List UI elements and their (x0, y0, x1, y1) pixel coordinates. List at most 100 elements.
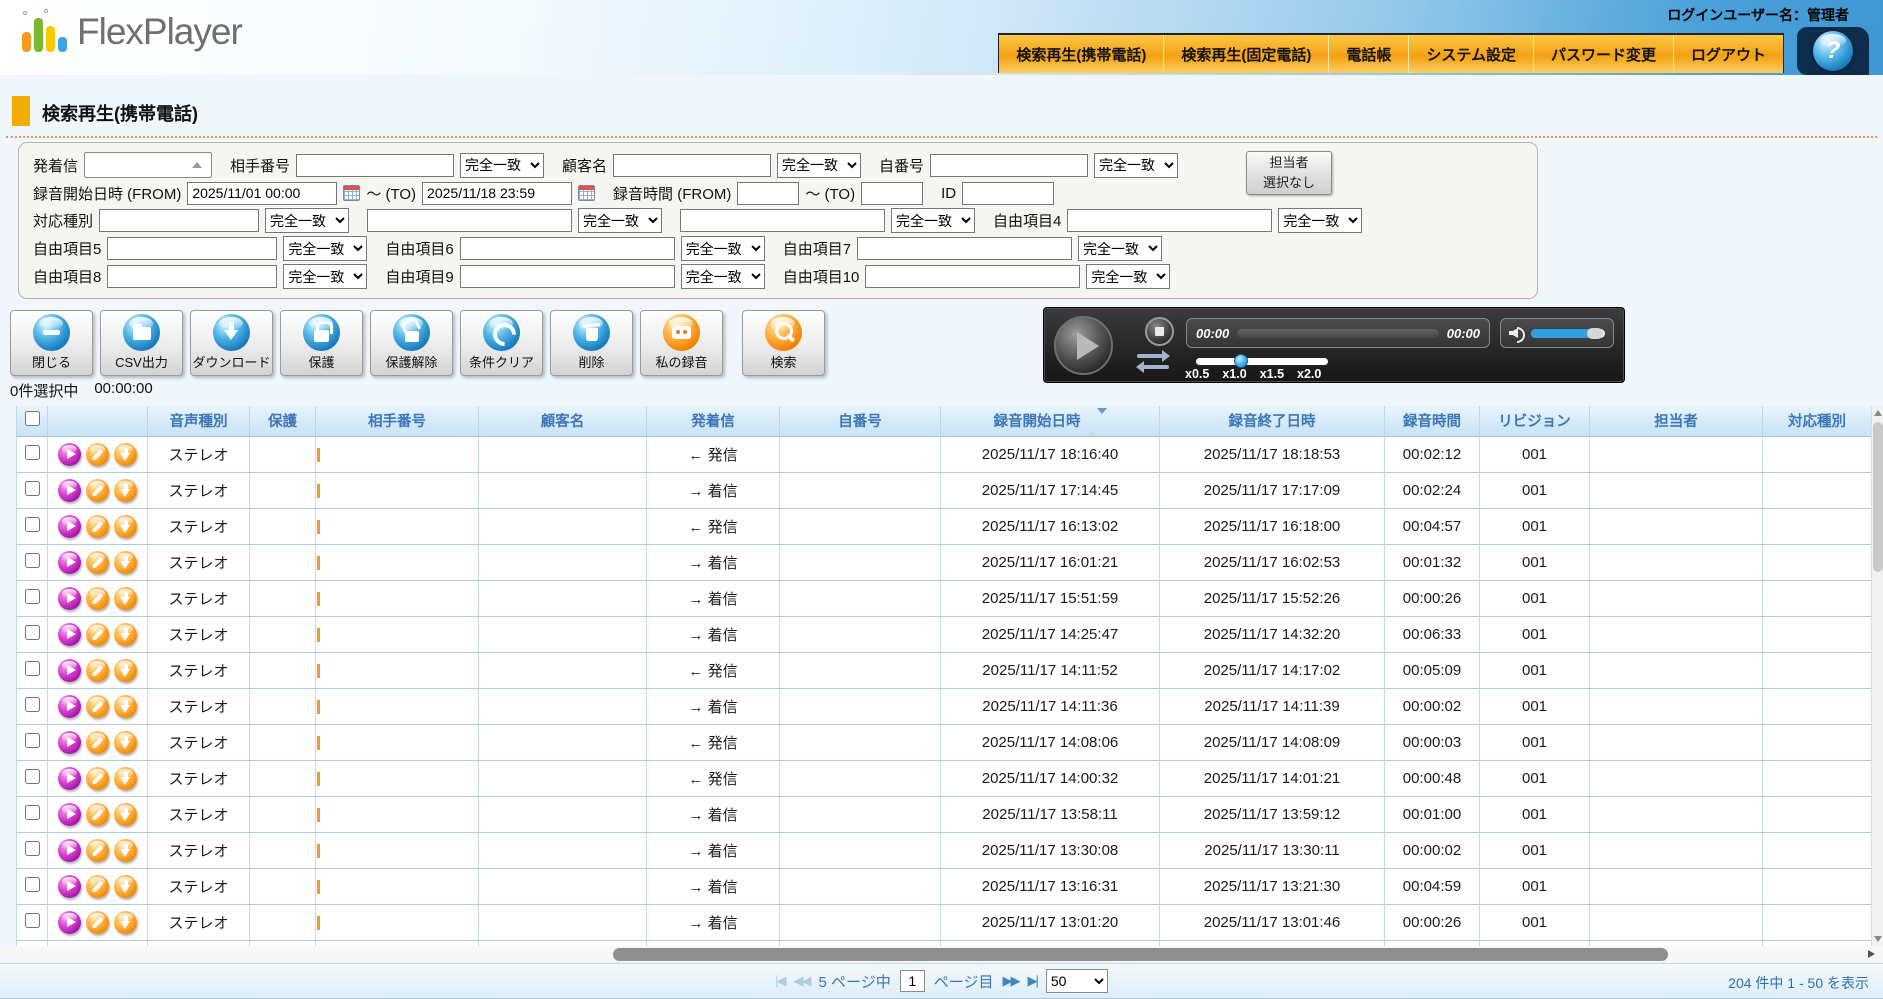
row-download-icon[interactable] (114, 443, 137, 466)
free-item7-match-select[interactable]: 完全一致 (1078, 236, 1162, 261)
row-play-icon[interactable] (58, 515, 81, 538)
id-input[interactable] (962, 182, 1054, 205)
nav-item-4[interactable]: パスワード変更 (1533, 35, 1673, 73)
row-checkbox[interactable] (25, 625, 40, 640)
staff-select-button[interactable]: 担当者 選択なし (1246, 151, 1332, 195)
row-edit-icon[interactable] (86, 551, 109, 574)
vertical-scroll-thumb[interactable] (1873, 422, 1883, 572)
row-edit-icon[interactable] (86, 731, 109, 754)
select-all-checkbox[interactable] (25, 411, 40, 426)
next-page-button[interactable]: ▶▶ (1002, 973, 1018, 989)
row-download-icon[interactable] (114, 659, 137, 682)
row-edit-icon[interactable] (86, 659, 109, 682)
row-download-icon[interactable] (114, 515, 137, 538)
column-header[interactable]: 録音時間 (1385, 406, 1480, 436)
row-download-icon[interactable] (114, 911, 137, 934)
row-play-icon[interactable] (58, 803, 81, 826)
last-page-button[interactable]: ▶| (1027, 973, 1036, 989)
row-edit-icon[interactable] (86, 911, 109, 934)
row-checkbox[interactable] (25, 805, 40, 820)
row-download-icon[interactable] (114, 551, 137, 574)
toolbar-button-csv-folder[interactable]: CSV出力 (100, 310, 183, 376)
row-edit-icon[interactable] (86, 875, 109, 898)
row-checkbox[interactable] (25, 517, 40, 532)
current-page-input[interactable] (900, 970, 925, 992)
row-play-icon[interactable] (58, 839, 81, 862)
row-checkbox[interactable] (25, 481, 40, 496)
free-item3-input[interactable] (680, 209, 885, 232)
response-type-input[interactable] (99, 209, 259, 232)
scroll-down-arrow-icon[interactable] (1874, 936, 1882, 942)
free-item10-input[interactable] (865, 265, 1080, 288)
nav-item-1[interactable]: 検索再生(固定電話) (1163, 35, 1328, 73)
own-number-input[interactable] (930, 154, 1088, 177)
row-download-icon[interactable] (114, 695, 137, 718)
row-play-icon[interactable] (58, 695, 81, 718)
column-header[interactable]: 顧客名 (479, 406, 647, 436)
customer-name-input[interactable] (613, 154, 771, 177)
toolbar-button-search[interactable]: 検索 (742, 310, 825, 376)
row-play-icon[interactable] (58, 587, 81, 610)
prev-page-button[interactable]: ◀◀ (794, 973, 810, 989)
free-item10-match-select[interactable]: 完全一致 (1086, 264, 1170, 289)
row-checkbox[interactable] (25, 589, 40, 604)
row-edit-icon[interactable] (86, 587, 109, 610)
column-header[interactable]: 対応種別 (1763, 406, 1872, 436)
toolbar-button-my-recordings[interactable]: 私の録音 (640, 310, 723, 376)
row-checkbox[interactable] (25, 553, 40, 568)
rec-start-to-input[interactable] (422, 182, 572, 205)
row-checkbox[interactable] (25, 697, 40, 712)
row-download-icon[interactable] (114, 875, 137, 898)
toolbar-button-download-arrow[interactable]: ダウンロード (190, 310, 273, 376)
row-download-icon[interactable] (114, 803, 137, 826)
free-item8-input[interactable] (107, 265, 277, 288)
free-item7-input[interactable] (857, 237, 1072, 260)
row-edit-icon[interactable] (86, 803, 109, 826)
free-item3-match-select[interactable]: 完全一致 (891, 208, 975, 233)
help-icon[interactable]: ? (1813, 31, 1853, 71)
row-play-icon[interactable] (58, 731, 81, 754)
free-item4-match-select[interactable]: 完全一致 (1278, 208, 1362, 233)
toolbar-button-unlock[interactable]: 保護解除 (370, 310, 453, 376)
row-download-icon[interactable] (114, 587, 137, 610)
row-download-icon[interactable] (114, 839, 137, 862)
volume-slider[interactable] (1531, 329, 1605, 338)
free-item6-match-select[interactable]: 完全一致 (681, 236, 765, 261)
own-match-select[interactable]: 完全一致 (1094, 153, 1178, 178)
toolbar-button-lock[interactable]: 保護 (280, 310, 363, 376)
duration-from-input[interactable] (737, 182, 799, 205)
free-item9-match-select[interactable]: 完全一致 (681, 264, 765, 289)
row-checkbox[interactable] (25, 769, 40, 784)
row-download-icon[interactable] (114, 623, 137, 646)
row-play-icon[interactable] (58, 911, 81, 934)
row-edit-icon[interactable] (86, 695, 109, 718)
row-download-icon[interactable] (114, 479, 137, 502)
row-edit-icon[interactable] (86, 443, 109, 466)
calendar-icon[interactable] (578, 185, 595, 201)
scroll-right-arrow-icon[interactable] (1868, 950, 1875, 958)
row-edit-icon[interactable] (86, 767, 109, 790)
horizontal-scrollbar[interactable] (0, 946, 1883, 963)
page-size-select[interactable]: 50 (1046, 969, 1108, 993)
calendar-icon[interactable] (343, 185, 360, 201)
toolbar-button-trash[interactable]: 削除 (550, 310, 633, 376)
scroll-up-arrow-icon[interactable] (1874, 410, 1882, 416)
nav-item-5[interactable]: ログアウト (1673, 35, 1783, 73)
toolbar-button-close-minus[interactable]: 閉じる (10, 310, 93, 376)
row-edit-icon[interactable] (86, 479, 109, 502)
rec-start-from-input[interactable] (187, 182, 337, 205)
toolbar-button-clear[interactable]: 条件クリア (460, 310, 543, 376)
volume-thumb[interactable] (1587, 328, 1603, 339)
column-header[interactable]: 保護 (250, 406, 316, 436)
row-checkbox[interactable] (25, 877, 40, 892)
free-item8-match-select[interactable]: 完全一致 (283, 264, 367, 289)
row-play-icon[interactable] (58, 767, 81, 790)
stop-button[interactable] (1145, 317, 1174, 346)
column-header[interactable]: 相手番号 (316, 406, 479, 436)
row-play-icon[interactable] (58, 479, 81, 502)
first-page-button[interactable]: |◀ (775, 973, 784, 989)
row-edit-icon[interactable] (86, 623, 109, 646)
free-item4-input[interactable] (1067, 209, 1272, 232)
row-edit-icon[interactable] (86, 839, 109, 862)
play-button[interactable] (1054, 316, 1113, 375)
